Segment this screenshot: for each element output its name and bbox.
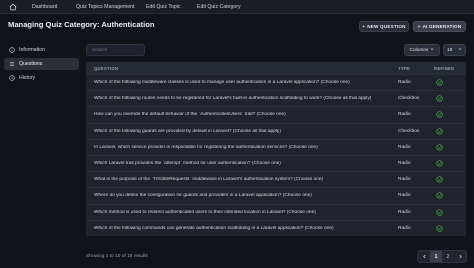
type-cell: Checkbox [398, 96, 420, 102]
type-cell: Radio [398, 177, 411, 183]
nav-link-quiz-topics-management[interactable]: Quiz Topics Management [76, 4, 134, 10]
check-circle-icon [436, 79, 443, 86]
columns-button[interactable]: Columns [404, 44, 440, 56]
type-cell: Radio [398, 112, 411, 118]
question-cell: Which Laravel trait provides the `attemp… [94, 161, 281, 167]
top-navigation-bar: Dashboard Quiz Topics Management Edit Qu… [0, 0, 474, 14]
table-row[interactable]: How can you override the default behavio… [86, 106, 466, 123]
search-input[interactable]: Search [86, 44, 145, 56]
type-cell: Radio [398, 161, 411, 167]
type-cell: Radio [398, 193, 411, 199]
question-cell: Which method is used to redirect authent… [94, 209, 316, 215]
per-page-select[interactable]: 10 [443, 44, 466, 56]
chevron-right-icon [459, 254, 462, 259]
pagination: 1 2 [417, 250, 467, 263]
question-cell: Which of the following commands can gene… [94, 225, 334, 231]
plus-icon: + [417, 24, 421, 29]
sidebar-item-questions[interactable]: Questions [4, 58, 79, 70]
page-button-2[interactable]: 2 [442, 251, 454, 262]
nav-link-edit-quiz-topic[interactable]: Edit Quiz Topic [146, 4, 181, 10]
check-circle-icon [436, 225, 443, 232]
home-icon[interactable] [8, 2, 18, 12]
question-cell: Which of the following routes needs to b… [94, 96, 372, 102]
sidebar-item-history[interactable]: History [4, 72, 79, 84]
question-cell: Which of the following guards are provid… [94, 128, 281, 134]
chevron-down-icon [458, 47, 462, 53]
questions-table: QUESTION TYPE REFINED Which of the follo… [86, 62, 466, 236]
type-cell: Checkbox [398, 128, 420, 134]
type-cell: Radio [398, 225, 411, 231]
table-row[interactable]: What is the purpose of the `ThrottleRequ… [86, 171, 466, 188]
question-cell: How can you override the default behavio… [94, 112, 286, 118]
refined-cell [426, 144, 466, 151]
ai-generation-button[interactable]: + AI GENERATION [413, 21, 466, 32]
sidebar-item-information[interactable]: Information [4, 44, 79, 56]
nav-link-edit-quiz-category[interactable]: Edit Quiz Category [197, 4, 241, 10]
refined-cell [426, 176, 466, 183]
sidebar-item-label: History [19, 75, 36, 81]
table-row[interactable]: Which of the following guards are provid… [86, 122, 466, 139]
check-circle-icon [436, 128, 443, 135]
table-row[interactable]: Which method is used to redirect authent… [86, 203, 466, 220]
refined-cell [426, 128, 466, 135]
history-icon [9, 75, 15, 81]
new-question-label: NEW QUESTION [367, 24, 406, 29]
page-title: Managing Quiz Category: Authentication [8, 20, 155, 29]
question-cell: What is the purpose of the `ThrottleRequ… [94, 177, 324, 183]
nav-link-dashboard[interactable]: Dashboard [32, 4, 57, 10]
chevron-left-icon [422, 254, 425, 259]
table-header: QUESTION TYPE REFINED [86, 62, 466, 74]
next-page-button[interactable] [454, 251, 466, 262]
type-cell: Radio [398, 209, 411, 215]
column-header-refined[interactable]: REFINED [426, 66, 466, 71]
check-circle-icon [436, 95, 443, 102]
refined-cell [426, 192, 466, 200]
question-cell: Which of the following middleware classe… [94, 80, 350, 86]
check-circle-icon [436, 144, 443, 151]
table-row[interactable]: Where do you define the configuration fo… [86, 187, 466, 204]
sidebar: Information Questions History [4, 44, 79, 86]
info-icon [9, 47, 15, 53]
previous-page-button[interactable] [418, 251, 430, 262]
ai-generation-label: AI GENERATION [422, 24, 462, 29]
table-row[interactable]: Which of the following middleware classe… [86, 74, 466, 91]
question-cell: Where do you define the configuration fo… [94, 193, 312, 199]
check-circle-icon [436, 192, 443, 200]
column-header-question[interactable]: QUESTION [86, 66, 390, 71]
check-circle-icon [436, 160, 443, 167]
refined-cell [426, 79, 466, 86]
check-circle-icon [436, 111, 443, 119]
table-row[interactable]: Which of the following routes needs to b… [86, 90, 466, 107]
plus-icon: + [362, 24, 366, 29]
per-page-value: 10 [447, 47, 453, 53]
columns-label: Columns [409, 47, 429, 53]
chevron-down-icon [430, 47, 434, 53]
check-circle-icon [436, 176, 443, 183]
refined-cell [426, 160, 466, 167]
refined-cell [426, 111, 466, 119]
sidebar-item-label: Questions [19, 61, 43, 67]
table-row[interactable]: Which Laravel trait provides the `attemp… [86, 154, 466, 172]
refined-cell [426, 95, 466, 102]
type-cell: Radio [398, 144, 411, 150]
question-cell: In Laravel, which service provider is re… [94, 144, 318, 150]
sidebar-item-label: Information [19, 47, 45, 53]
page-button-1[interactable]: 1 [430, 251, 442, 262]
list-icon [9, 61, 15, 67]
table-row[interactable]: Which of the following commands can gene… [86, 219, 466, 236]
type-cell: Radio [398, 80, 411, 86]
column-header-type[interactable]: TYPE [390, 66, 426, 71]
results-summary: Showing 1 to 10 of 18 results [86, 254, 148, 259]
refined-cell [426, 208, 466, 216]
check-circle-icon [436, 208, 443, 216]
refined-cell [426, 225, 466, 232]
new-question-button[interactable]: + NEW QUESTION [359, 21, 409, 32]
table-row[interactable]: In Laravel, which service provider is re… [86, 138, 466, 155]
